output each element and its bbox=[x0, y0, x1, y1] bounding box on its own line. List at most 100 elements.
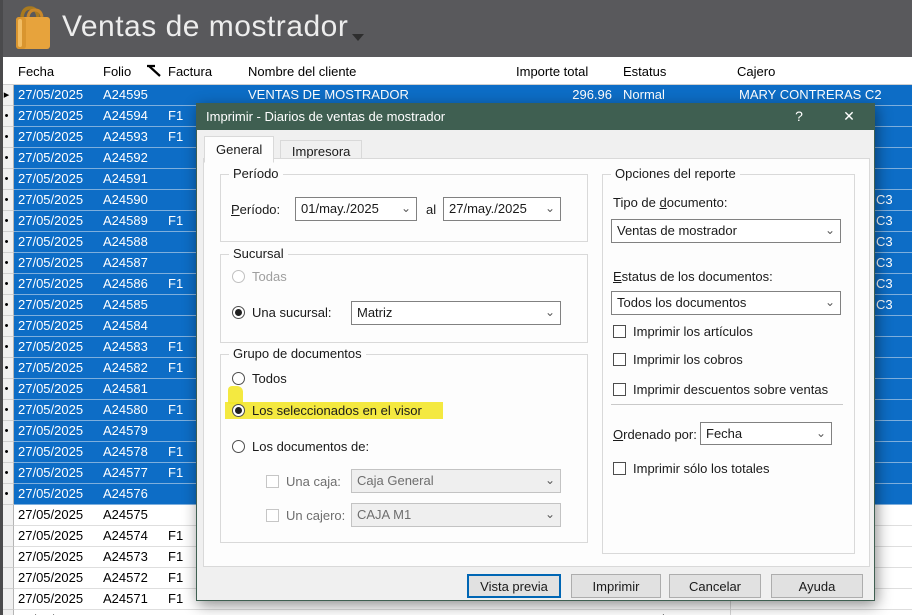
app-window: Ventas de mostrador Fecha Folio Factura … bbox=[0, 0, 912, 615]
vista-previa-button[interactable]: Vista previa bbox=[467, 574, 561, 598]
cell-factura: F1 bbox=[168, 402, 184, 417]
cell-fecha: 27/05/2025 bbox=[18, 213, 84, 228]
column-header-cajero[interactable]: Cajero bbox=[737, 64, 775, 79]
estatus-documentos-label: Estatus de los documentos: bbox=[613, 269, 773, 284]
imprimir-button[interactable]: Imprimir bbox=[571, 574, 661, 598]
chevron-down-icon: ⌄ bbox=[544, 507, 555, 521]
cell-fecha: 27/05/2025 bbox=[18, 171, 84, 186]
documentos-de-label: Los documentos de: bbox=[252, 439, 370, 454]
cell-folio: A24589 bbox=[103, 213, 148, 228]
chevron-down-icon: ⌄ bbox=[544, 201, 555, 215]
dialog-titlebar[interactable]: Imprimir - Diarios de ventas de mostrado… bbox=[197, 104, 874, 130]
table-row[interactable]: 27/05/2025A24570VENTAS DE MOSTRADOR61.95… bbox=[0, 610, 912, 615]
cell-folio: A24572 bbox=[103, 570, 148, 585]
cell-fecha: 27/05/2025 bbox=[18, 444, 84, 459]
imprimir-descuentos-label: Imprimir descuentos sobre ventas bbox=[633, 382, 829, 397]
cell-cajero: MARY CONTRERAS C2 bbox=[739, 87, 882, 102]
help-icon[interactable]: ? bbox=[786, 108, 812, 124]
ordenado-por-select[interactable]: Fecha ⌄ bbox=[700, 422, 832, 445]
opciones-legend: Opciones del reporte bbox=[611, 166, 740, 181]
cell-fecha: 27/05/2025 bbox=[18, 108, 84, 123]
cell-folio: A24571 bbox=[103, 591, 148, 606]
cell-folio: A24583 bbox=[103, 339, 148, 354]
cajero-select[interactable]: CAJA M1 ⌄ bbox=[351, 503, 561, 527]
periodo-to-select[interactable]: 27/may./2025 ⌄ bbox=[443, 197, 561, 221]
caja-select[interactable]: Caja General ⌄ bbox=[351, 469, 561, 493]
periodo-from-select[interactable]: 01/may./2025 ⌄ bbox=[295, 197, 417, 221]
estatus-documentos-select[interactable]: Todos los documentos ⌄ bbox=[611, 291, 841, 315]
imprimir-cobros-checkbox[interactable] bbox=[613, 353, 626, 366]
cell-fecha: 27/05/2025 bbox=[18, 402, 84, 417]
una-caja-label: Una caja: bbox=[286, 474, 341, 489]
cell-folio: A24579 bbox=[103, 423, 148, 438]
cell-fecha: 27/05/2025 bbox=[18, 339, 84, 354]
periodo-group: Período Período: 01/may./2025 ⌄ al 27/may… bbox=[220, 166, 588, 242]
column-header-estatus[interactable]: Estatus bbox=[623, 64, 666, 79]
un-cajero-checkbox[interactable] bbox=[266, 509, 279, 522]
cell-folio: A24591 bbox=[103, 171, 148, 186]
tipo-documento-select[interactable]: Ventas de mostrador ⌄ bbox=[611, 219, 841, 243]
cell-fecha: 27/05/2025 bbox=[18, 234, 84, 249]
sort-indicator-icon bbox=[147, 64, 161, 77]
imprimir-cobros-label: Imprimir los cobros bbox=[633, 352, 743, 367]
cell-folio: A24586 bbox=[103, 276, 148, 291]
cell-cajero-fragment: C3 bbox=[876, 192, 893, 207]
cell-folio: A24590 bbox=[103, 192, 148, 207]
column-header-fecha[interactable]: Fecha bbox=[18, 64, 54, 79]
imprimir-totales-checkbox[interactable] bbox=[613, 462, 626, 475]
periodo-label: Período: bbox=[231, 202, 281, 217]
seleccionados-radio[interactable] bbox=[232, 404, 245, 417]
todos-radio[interactable] bbox=[232, 372, 245, 385]
column-header-importe[interactable]: Importe total bbox=[516, 64, 588, 79]
cell-factura: F1 bbox=[168, 549, 184, 564]
cell-fecha: 27/05/2025 bbox=[18, 570, 84, 585]
imprimir-descuentos-checkbox[interactable] bbox=[613, 383, 626, 396]
cell-folio: A24585 bbox=[103, 297, 148, 312]
cell-factura: F1 bbox=[168, 465, 184, 480]
cell-folio: A24584 bbox=[103, 318, 148, 333]
divider bbox=[611, 404, 843, 405]
shopping-bag-icon bbox=[16, 6, 50, 49]
cell-fecha: 27/05/2025 bbox=[18, 129, 84, 144]
cell-cajero-fragment: C3 bbox=[876, 234, 893, 249]
cell-factura: F1 bbox=[168, 570, 184, 585]
cell-fecha: 27/05/2025 bbox=[18, 297, 84, 312]
cell-folio: A24582 bbox=[103, 360, 148, 375]
seleccionados-label: Los seleccionados en el visor bbox=[252, 403, 422, 418]
cell-factura: F1 bbox=[168, 360, 184, 375]
imprimir-totales-label: Imprimir sólo los totales bbox=[633, 461, 770, 476]
tab-general[interactable]: General bbox=[204, 136, 275, 163]
cell-factura: F1 bbox=[168, 213, 184, 228]
cell-folio: A24573 bbox=[103, 549, 148, 564]
una-sucursal-radio[interactable] bbox=[232, 306, 245, 319]
chevron-down-icon: ⌄ bbox=[544, 305, 555, 319]
cell-fecha: 27/05/2025 bbox=[18, 276, 84, 291]
column-header-cliente[interactable]: Nombre del cliente bbox=[248, 64, 356, 79]
chevron-down-icon: ⌄ bbox=[824, 295, 835, 309]
cancelar-button[interactable]: Cancelar bbox=[669, 574, 761, 598]
dialog-title: Imprimir - Diarios de ventas de mostrado… bbox=[206, 109, 446, 124]
cell-fecha: 27/05/2025 bbox=[18, 528, 84, 543]
una-caja-checkbox[interactable] bbox=[266, 475, 279, 488]
column-header-factura[interactable]: Factura bbox=[168, 64, 212, 79]
close-icon[interactable]: ✕ bbox=[834, 108, 864, 125]
todas-radio[interactable] bbox=[232, 270, 245, 283]
cell-cajero-fragment: C3 bbox=[876, 213, 893, 228]
cell-factura: F1 bbox=[168, 108, 184, 123]
chevron-down-icon: ⌄ bbox=[815, 426, 826, 440]
documentos-de-radio[interactable] bbox=[232, 440, 245, 453]
chevron-down-icon: ⌄ bbox=[824, 223, 835, 237]
ayuda-button[interactable]: Ayuda bbox=[771, 574, 863, 598]
app-titlebar: Ventas de mostrador bbox=[0, 0, 912, 57]
column-header-folio[interactable]: Folio bbox=[103, 64, 131, 79]
sucursal-select[interactable]: Matriz ⌄ bbox=[351, 301, 561, 325]
cell-cajero-fragment: C3 bbox=[876, 276, 893, 291]
chevron-down-icon[interactable] bbox=[352, 34, 364, 41]
cell-factura: F1 bbox=[168, 129, 184, 144]
cell-folio: A24574 bbox=[103, 528, 148, 543]
table-header: Fecha Folio Factura Nombre del cliente I… bbox=[0, 57, 912, 85]
cell-folio: A24587 bbox=[103, 255, 148, 270]
chevron-down-icon: ⌄ bbox=[544, 473, 555, 487]
imprimir-articulos-checkbox[interactable] bbox=[613, 325, 626, 338]
cell-estatus: Normal bbox=[623, 87, 665, 102]
